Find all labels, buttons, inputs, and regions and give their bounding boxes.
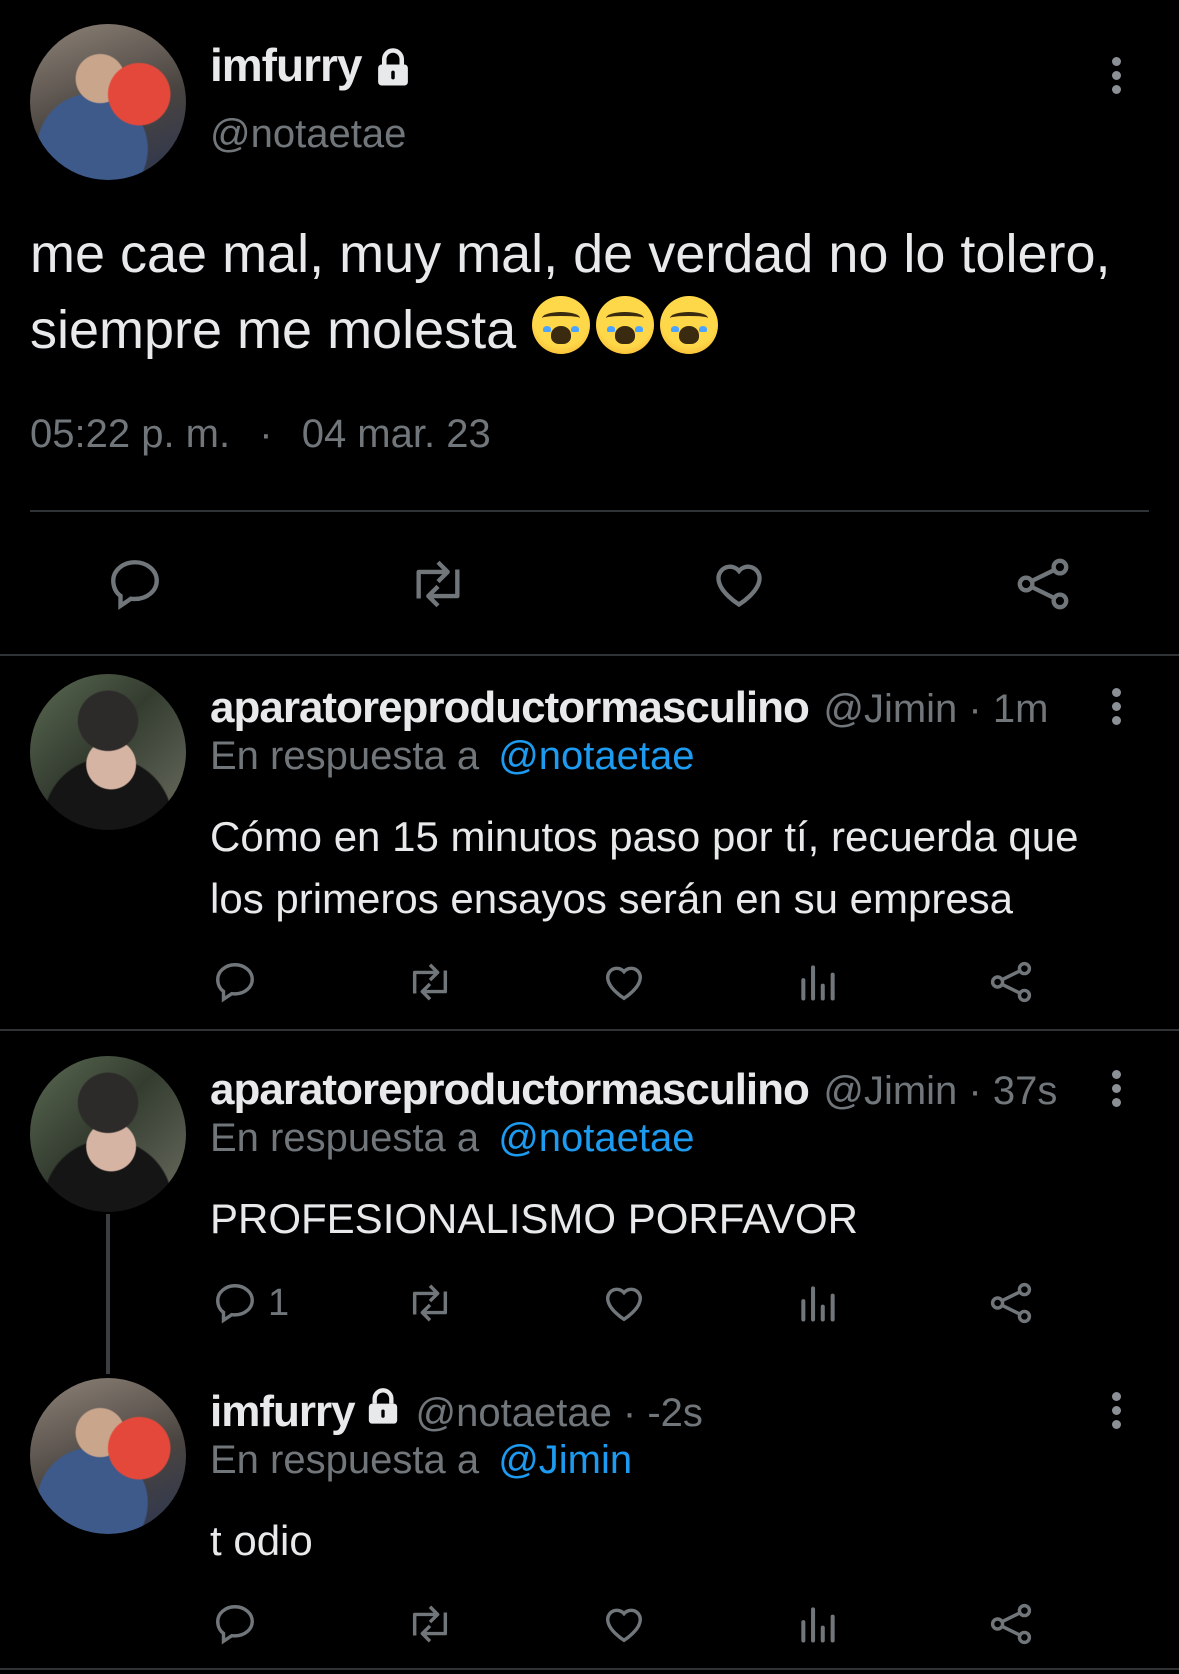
reply-to-handle[interactable]: @notaetae [498, 734, 694, 778]
display-name[interactable]: imfurry [210, 1387, 356, 1436]
like-icon[interactable] [600, 1280, 648, 1326]
reply-text: Cómo en 15 minutos paso por tí, recuerda… [210, 806, 1079, 930]
analytics-icon[interactable] [796, 959, 840, 1005]
divider [30, 510, 1149, 512]
analytics-icon[interactable] [796, 1601, 840, 1647]
reply-to-label: En respuesta a [210, 734, 480, 778]
reply-to-handle[interactable]: @Jimin [498, 1438, 632, 1482]
reply-to-row: En respuesta a @Jimin [210, 1438, 632, 1483]
reply-icon[interactable] [212, 959, 258, 1005]
tweet-text-segment: siempre me molesta [30, 300, 517, 360]
handle-and-time[interactable]: @notaetae · -2s [416, 1391, 703, 1435]
divider [0, 1029, 1179, 1031]
tweet-text-line-2: siempre me molesta [30, 292, 1111, 368]
reply-text-line: PROFESIONALISMO PORFAVOR [210, 1195, 859, 1242]
avatar[interactable] [30, 1056, 186, 1212]
share-icon[interactable] [988, 1601, 1034, 1647]
handle-and-time[interactable]: @Jimin · 37s [823, 1069, 1057, 1113]
handle-and-time[interactable]: @Jimin · 1m [823, 687, 1048, 731]
reply-icon[interactable] [212, 1280, 258, 1326]
more-options-icon[interactable] [1110, 688, 1122, 730]
lock-icon [372, 47, 414, 94]
crying-face-emoji [596, 296, 655, 354]
like-icon[interactable] [600, 1601, 648, 1647]
share-icon[interactable] [1013, 555, 1073, 613]
handle[interactable]: @notaetae [210, 112, 406, 157]
more-options-icon[interactable] [1110, 1392, 1122, 1434]
reply-to-label: En respuesta a [210, 1116, 480, 1160]
reply-text: t odio [210, 1510, 313, 1572]
crying-face-emoji [660, 296, 719, 354]
reply-text-line: Cómo en 15 minutos paso por tí, recuerda… [210, 813, 1079, 860]
retweet-icon[interactable] [404, 959, 456, 1005]
timestamp-row: 05:22 p. m. · 04 mar. 23 [30, 412, 491, 457]
avatar[interactable] [30, 24, 186, 180]
reply-text-line: t odio [210, 1517, 313, 1564]
reply-text-line: los primeros ensayos serán en su empresa [210, 875, 1014, 922]
divider [0, 654, 1179, 656]
divider [0, 1668, 1179, 1670]
like-icon[interactable] [709, 555, 769, 613]
reply-icon[interactable] [212, 1601, 258, 1647]
avatar[interactable] [30, 674, 186, 830]
like-icon[interactable] [600, 959, 648, 1005]
share-icon[interactable] [988, 959, 1034, 1005]
reply-count: 1 [268, 1282, 290, 1324]
avatar[interactable] [30, 1378, 186, 1534]
tweet-text-line: me cae mal, muy mal, de verdad no lo tol… [30, 224, 1111, 284]
more-options-icon[interactable] [1110, 1070, 1122, 1112]
reply-to-row: En respuesta a @notaetae [210, 734, 695, 779]
reply-to-handle[interactable]: @notaetae [498, 1116, 694, 1160]
reply-to-label: En respuesta a [210, 1438, 480, 1482]
retweet-icon[interactable] [405, 555, 471, 613]
separator: · [259, 412, 273, 456]
retweet-icon[interactable] [404, 1601, 456, 1647]
display-name[interactable]: aparatoreproductormasculino [210, 683, 810, 732]
tweet-text: me cae mal, muy mal, de verdad no lo tol… [30, 216, 1111, 368]
thread-connector [106, 1214, 110, 1374]
share-icon[interactable] [988, 1280, 1034, 1326]
display-name[interactable]: imfurry [210, 39, 362, 91]
reply-to-row: En respuesta a @notaetae [210, 1116, 695, 1161]
display-name[interactable]: aparatoreproductormasculino [210, 1065, 810, 1114]
author-name-row: imfurry [210, 38, 414, 98]
analytics-icon[interactable] [796, 1280, 840, 1326]
more-options-icon[interactable] [1110, 57, 1122, 99]
crying-face-emoji [532, 296, 591, 354]
tweet-time[interactable]: 05:22 p. m. [30, 412, 230, 456]
reply-text: PROFESIONALISMO PORFAVOR [210, 1188, 858, 1250]
retweet-icon[interactable] [404, 1280, 456, 1326]
tweet-date[interactable]: 04 mar. 23 [302, 412, 491, 456]
reply-icon[interactable] [106, 555, 164, 613]
